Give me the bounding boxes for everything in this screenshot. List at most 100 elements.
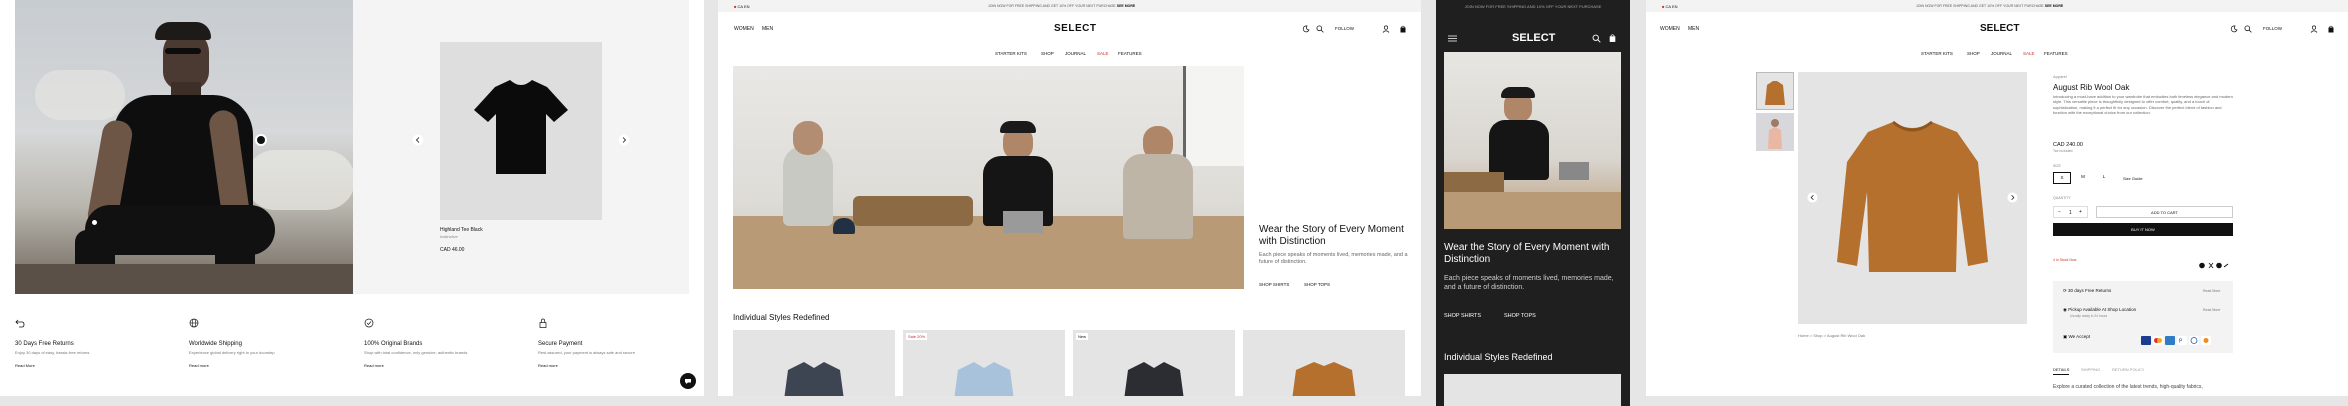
size-option[interactable]: M: [2074, 172, 2092, 184]
info-row-link[interactable]: Read More: [2203, 308, 2220, 312]
add-to-cart-button[interactable]: ADD TO CART: [2096, 206, 2233, 218]
menu-icon[interactable]: [1448, 35, 1457, 42]
product-card[interactable]: [733, 330, 895, 396]
product-title: August Rib Wool Oak: [2053, 83, 2130, 92]
product-card[interactable]: Sale 20%: [903, 330, 1065, 396]
menu-item-sale[interactable]: SALE: [2023, 51, 2035, 56]
nav-men[interactable]: MEN: [1688, 26, 1699, 32]
chevron-right-icon[interactable]: [618, 134, 630, 146]
theme-toggle-icon[interactable]: [1302, 25, 1310, 33]
product-description: Introducing a must-have addition to your…: [2053, 94, 2233, 115]
product-carousel-panel: Highland Tee Black Instinctive CAD 46.00…: [0, 0, 704, 396]
chevron-left-icon[interactable]: [412, 134, 424, 146]
chat-button[interactable]: [680, 373, 696, 389]
buy-now-button[interactable]: BUY IT NOW: [2053, 223, 2233, 236]
product-card[interactable]: New: [1073, 330, 1235, 396]
search-icon[interactable]: [1316, 25, 1324, 33]
size-label-s: S: [2060, 175, 2064, 180]
return-arrow-icon: [15, 318, 185, 328]
follow-link[interactable]: FOLLOW: [2263, 26, 2282, 31]
buy-now-label: BUY IT NOW: [2131, 227, 2155, 232]
info-row-link[interactable]: Read More: [2203, 289, 2220, 293]
menu-item[interactable]: FEATURES: [2044, 51, 2068, 56]
qty-plus-button[interactable]: +: [2079, 209, 2082, 215]
main-product-image[interactable]: [1798, 72, 2027, 324]
menu-item[interactable]: STARTER KITS: [995, 51, 1027, 56]
shop-shirts-link[interactable]: SHOP SHIRTS: [1259, 282, 1289, 287]
hotspot-dot-icon[interactable]: [90, 218, 99, 227]
menu-item-sale[interactable]: SALE: [1097, 51, 1109, 56]
nav-women[interactable]: WOMEN: [734, 26, 754, 32]
feature-link[interactable]: Read more: [189, 363, 359, 368]
menu-item[interactable]: SHOP: [1967, 51, 1980, 56]
announcement-link[interactable]: SEE MORE: [2045, 4, 2063, 8]
info-row-pickup[interactable]: ◉ Pickup Available At Shop Location: [2063, 307, 2136, 313]
menu-item[interactable]: JOURNAL: [1991, 51, 2012, 56]
nav-men[interactable]: MEN: [762, 26, 773, 32]
menu-item[interactable]: JOURNAL: [1065, 51, 1086, 56]
sweater-icon: [1837, 120, 1988, 272]
shop-tops-link[interactable]: SHOP TOPS: [1304, 282, 1330, 287]
hotspot-play-icon[interactable]: [255, 134, 267, 146]
product-brand[interactable]: Apparel: [2053, 74, 2067, 79]
qty-minus-button[interactable]: −: [2058, 209, 2061, 215]
tab-return-policy[interactable]: RETURN POLICY: [2112, 367, 2144, 372]
share-icons: [2199, 256, 2233, 274]
feature-desc: Experience global delivery right to your…: [189, 350, 275, 355]
visa-icon: [2141, 336, 2151, 345]
chevron-right-icon[interactable]: [2007, 192, 2018, 203]
feature-link[interactable]: Read more: [364, 363, 534, 368]
tab-details[interactable]: DETAILS: [2053, 367, 2070, 375]
product-card[interactable]: [1444, 374, 1621, 406]
tab-shipping[interactable]: SHIPPING: [2081, 367, 2100, 372]
logo[interactable]: SELECT: [1512, 32, 1555, 44]
chevron-left-icon[interactable]: [1807, 192, 1818, 203]
feature-title: 30 Days Free Returns: [15, 341, 74, 347]
product-brand: Instinctive: [440, 234, 458, 239]
tax-note: Tax included.: [2053, 149, 2074, 153]
product-name[interactable]: Highland Tee Black: [440, 227, 483, 233]
shop-tops-link[interactable]: SHOP TOPS: [1504, 313, 1536, 319]
feature-link[interactable]: Read more: [538, 363, 688, 368]
size-option[interactable]: S: [2053, 172, 2071, 184]
search-icon[interactable]: [1592, 34, 1601, 43]
theme-toggle-icon[interactable]: [2230, 25, 2238, 33]
shop-shirts-link[interactable]: SHOP SHIRTS: [1444, 313, 1481, 319]
size-option[interactable]: L: [2095, 172, 2113, 184]
thumbnail[interactable]: [1756, 72, 1794, 110]
cart-icon[interactable]: [1399, 25, 1407, 33]
search-icon[interactable]: [2244, 25, 2252, 33]
cart-icon[interactable]: [2327, 25, 2335, 33]
breadcrumb[interactable]: Home > Shop > August Rib Wool Oak: [1798, 333, 1865, 338]
feature-title: Worldwide Shipping: [189, 341, 242, 347]
logo[interactable]: SELECT: [1054, 23, 1096, 34]
hero-desc: Each piece speaks of moments lived, memo…: [1444, 275, 1614, 291]
feature-link[interactable]: Read More: [15, 363, 185, 368]
cart-icon[interactable]: [1608, 33, 1617, 43]
thumbnail[interactable]: [1756, 113, 1794, 151]
menu-item[interactable]: SHOP: [1041, 51, 1054, 56]
homepage-desktop-panel: ■ CA EN JOIN NOW FOR FREE SHIPPING AND G…: [718, 0, 1421, 396]
nav-women[interactable]: WOMEN: [1660, 26, 1680, 32]
model-photo: [15, 0, 353, 294]
menu-item[interactable]: FEATURES: [1118, 51, 1142, 56]
payment-label-text: We Accept: [2068, 334, 2090, 339]
announcement-bar: JOIN NOW FOR FREE SHIPPING AND 10% OFF Y…: [1464, 4, 1602, 9]
account-icon[interactable]: [2310, 25, 2318, 33]
logo[interactable]: SELECT: [1980, 23, 2019, 34]
account-icon[interactable]: [1382, 25, 1390, 33]
product-image[interactable]: [440, 42, 602, 220]
announcement-text: JOIN NOW FOR FREE SHIPPING AND GET 10% O…: [1916, 4, 2063, 8]
info-row-returns[interactable]: ⟳ 30 days Free Returns: [2063, 288, 2111, 294]
locale-selector[interactable]: ■ CA EN: [734, 4, 750, 9]
info-box: ⟳ 30 days Free Returns Read More ◉ Picku…: [2053, 281, 2233, 353]
feature-title: Secure Payment: [538, 341, 583, 347]
quantity-stepper[interactable]: − 1 +: [2053, 206, 2088, 218]
announcement-link[interactable]: SEE MORE: [1117, 4, 1135, 8]
size-guide-link[interactable]: Size Guide: [2123, 176, 2143, 181]
menu-item[interactable]: STARTER KITS: [1921, 51, 1953, 56]
announcement-text: JOIN NOW FOR FREE SHIPPING AND GET 10% O…: [988, 4, 1135, 8]
product-card[interactable]: [1243, 330, 1405, 396]
follow-link[interactable]: FOLLOW: [1335, 26, 1354, 31]
locale-selector[interactable]: ■ CA EN: [1662, 4, 1678, 9]
